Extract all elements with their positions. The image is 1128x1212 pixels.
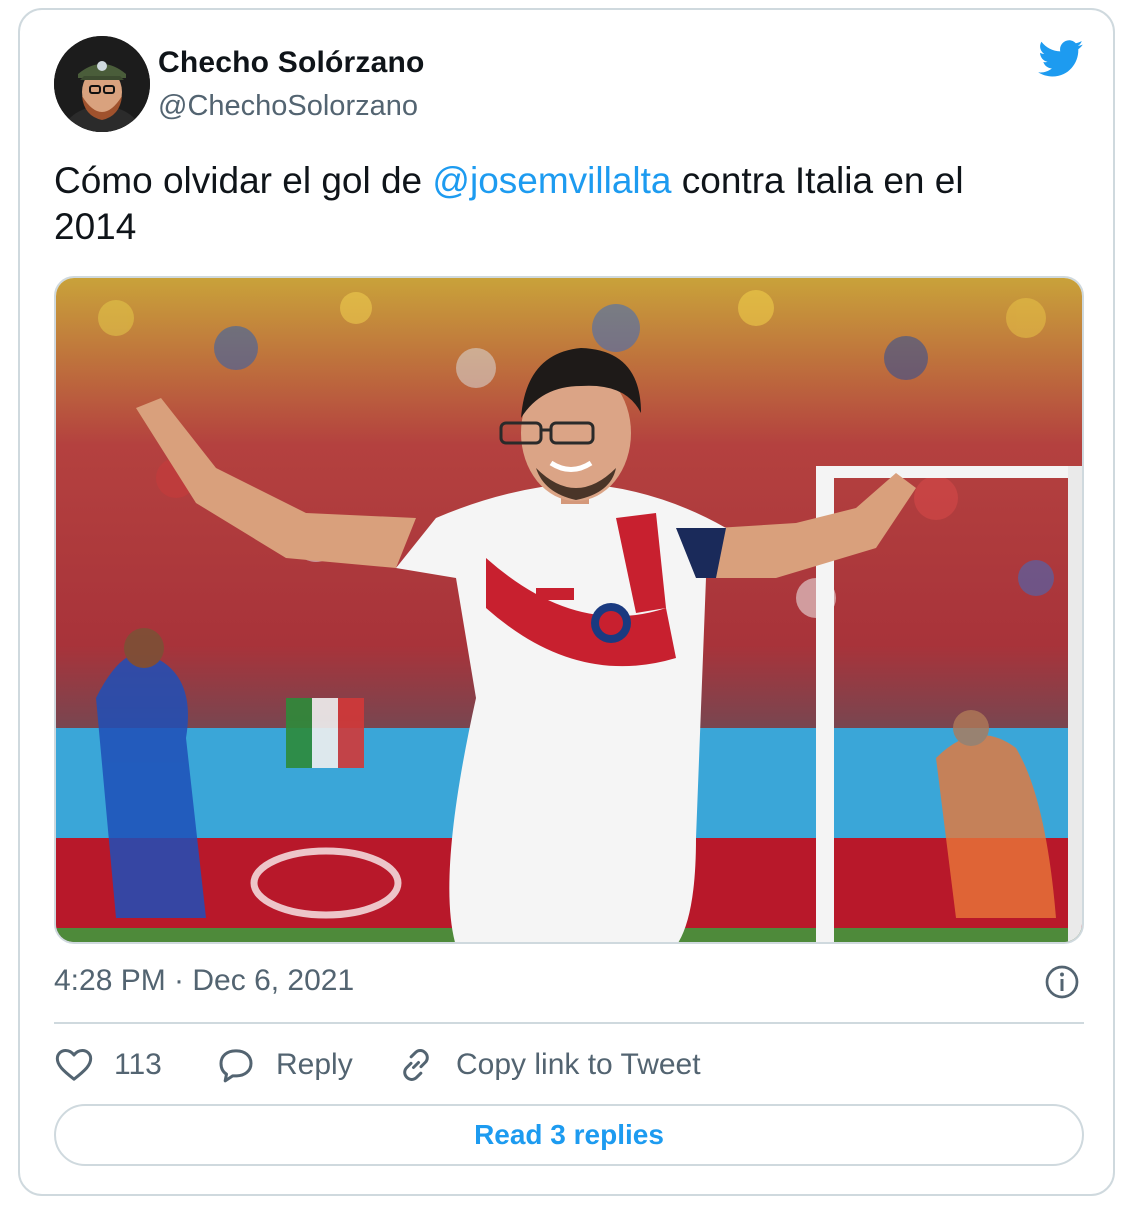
author-name[interactable]: Checho Solórzano xyxy=(158,46,425,80)
like-button[interactable]: 113 xyxy=(54,1040,162,1090)
read-replies-button[interactable]: Read 3 replies xyxy=(54,1104,1084,1166)
tweet-text-before: Cómo olvidar el gol de xyxy=(54,160,433,201)
football-celebration-image xyxy=(56,278,1082,942)
avatar[interactable] xyxy=(54,36,150,132)
twitter-bird-icon[interactable] xyxy=(1038,40,1084,78)
tweet-photo[interactable] xyxy=(54,276,1084,944)
tweet-timestamp[interactable]: 4:28 PM · Dec 6, 2021 xyxy=(54,964,354,998)
avatar-photo xyxy=(54,36,150,132)
divider xyxy=(54,1022,1084,1024)
link-icon xyxy=(403,1049,429,1081)
reply-button[interactable]: Reply xyxy=(216,1040,353,1090)
info-icon[interactable] xyxy=(1044,964,1080,1000)
author-handle[interactable]: @ChechoSolorzano xyxy=(158,90,418,123)
tweet-text: Cómo olvidar el gol de @josemvillalta co… xyxy=(54,158,1054,250)
copy-link-label: Copy link to Tweet xyxy=(456,1048,701,1081)
tweet-card: Checho Solórzano @ChechoSolorzano Cómo o… xyxy=(18,8,1115,1196)
mention-link[interactable]: @josemvillalta xyxy=(432,160,671,201)
speech-bubble-icon xyxy=(219,1049,253,1083)
reply-label: Reply xyxy=(276,1048,353,1081)
heart-icon xyxy=(55,1049,93,1081)
copy-link-button[interactable]: Copy link to Tweet xyxy=(396,1040,701,1090)
like-count: 113 xyxy=(114,1048,162,1081)
